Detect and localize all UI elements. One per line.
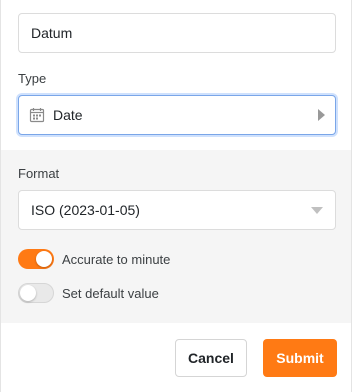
toggle-knob xyxy=(36,251,52,267)
set-default-value-label: Set default value xyxy=(62,285,159,301)
format-select-value: ISO (2023-01-05) xyxy=(31,202,140,218)
column-name-input[interactable]: Datum xyxy=(18,13,336,53)
type-label: Type xyxy=(18,71,47,86)
accurate-to-minute-label: Accurate to minute xyxy=(62,251,171,267)
calendar-icon xyxy=(29,108,45,123)
accurate-to-minute-row: Accurate to minute xyxy=(18,249,170,269)
format-select[interactable]: ISO (2023-01-05) xyxy=(18,190,336,230)
toggle-knob xyxy=(20,285,36,301)
accurate-to-minute-toggle[interactable] xyxy=(18,249,54,269)
column-settings-panel: Datum Type Date Format ISO (2023-01-05) … xyxy=(0,0,352,392)
format-label: Format xyxy=(18,166,60,181)
caret-down-icon xyxy=(311,206,323,214)
set-default-value-toggle[interactable] xyxy=(18,283,54,303)
caret-right-icon xyxy=(318,109,325,121)
cancel-button[interactable]: Cancel xyxy=(175,339,247,377)
type-select-value: Date xyxy=(53,107,83,123)
format-section: Format ISO (2023-01-05) Accurate to minu… xyxy=(1,150,351,323)
default-value-row: Set default value xyxy=(18,283,159,303)
submit-button[interactable]: Submit xyxy=(263,339,337,377)
type-select[interactable]: Date xyxy=(18,95,336,135)
